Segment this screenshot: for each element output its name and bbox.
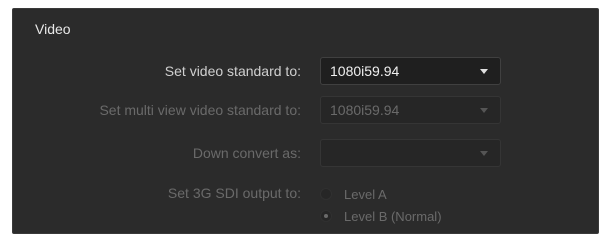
radio-level-b[interactable]: Level B (Normal) — [320, 207, 442, 225]
section-title: Video — [35, 21, 71, 37]
video-standard-dropdown[interactable]: 1080i59.94 — [320, 57, 501, 85]
down-convert-label: Down convert as: — [192, 145, 301, 161]
radio-level-b-label: Level B (Normal) — [344, 208, 442, 224]
sdi-output-label: Set 3G SDI output to: — [167, 185, 301, 201]
radio-level-a-label: Level A — [344, 186, 387, 202]
multiview-standard-label: Set multi view video standard to: — [99, 102, 301, 118]
video-standard-label: Set video standard to: — [164, 63, 301, 79]
chevron-down-icon — [480, 69, 488, 74]
radio-level-a[interactable]: Level A — [320, 185, 387, 203]
radio-button-selected[interactable] — [320, 210, 332, 222]
radio-selected-dot — [324, 214, 328, 218]
chevron-down-icon — [480, 151, 488, 156]
multiview-standard-dropdown[interactable]: 1080i59.94 — [320, 96, 501, 124]
multiview-standard-value: 1080i59.94 — [330, 102, 400, 118]
radio-button[interactable] — [320, 188, 332, 200]
video-standard-value: 1080i59.94 — [330, 63, 400, 79]
down-convert-dropdown[interactable] — [320, 139, 501, 167]
video-settings-panel: Video Set video standard to: 1080i59.94 … — [12, 8, 599, 234]
settings-window: Video Set video standard to: 1080i59.94 … — [0, 0, 610, 242]
chevron-down-icon — [480, 108, 488, 113]
